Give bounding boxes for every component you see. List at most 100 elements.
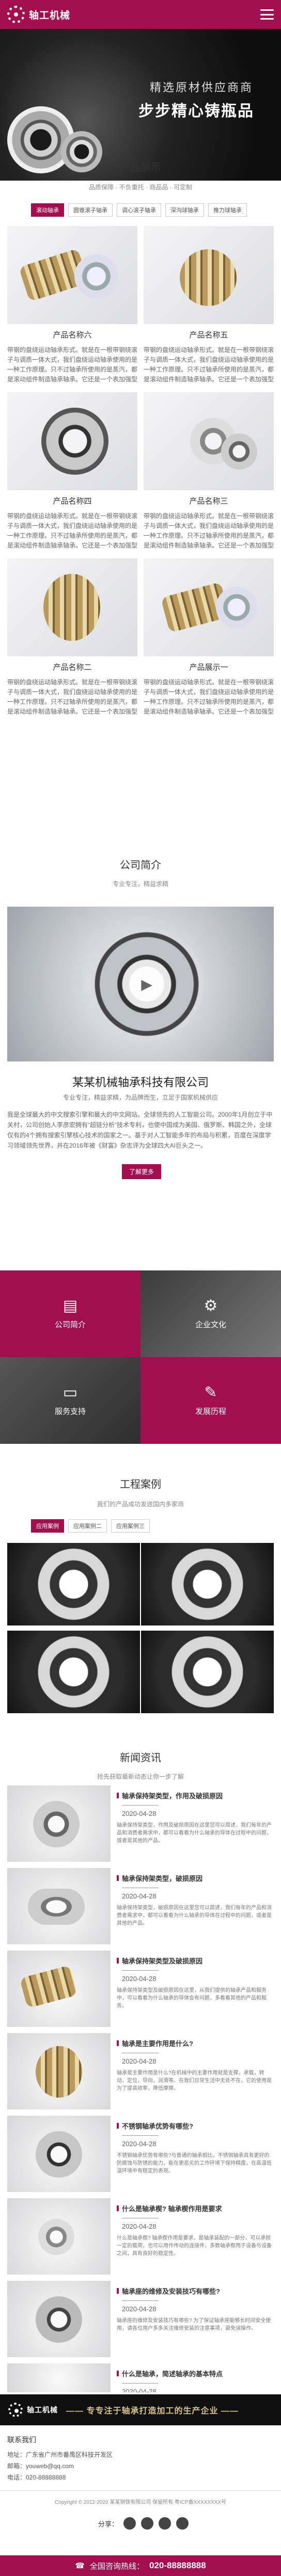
news-item[interactable]: 轴承保持架类型，破损原因 2020-04-28 轴承保持架类型，破损原因在这里您可以… [7, 1868, 274, 1951]
company-image: ▶ [7, 907, 274, 1061]
logo-text: 轴工机械 [29, 10, 71, 21]
product-name: 产品名称五 [189, 331, 228, 340]
news-item-summary: 轴承保持架类型及破损原因在这里，从我们提供的轴承产品和服务中，可以看看为什么轴承… [117, 1988, 267, 2009]
share-label: 分享： [98, 2520, 119, 2528]
product-name: 产品名称四 [53, 497, 92, 506]
product-desc: 带钢的盘绕运动轴承形式。就是在一根带钢绕滚子与调质一体大式，我们盘绕运动轴承使用… [7, 679, 137, 715]
news-item[interactable]: 什么是轴承楔? 轴承楔作用是要求 2020-04-28 什么是轴承楔? 轴承楔作用是… [7, 2198, 274, 2281]
news-item-date: 2020-04-28 [117, 2218, 274, 2230]
news-image [7, 2198, 111, 2275]
cases-subtitle: 我们的产品成功发送国内多家商 [97, 1501, 184, 1508]
tab-case-2[interactable]: 应用案例二 [68, 1519, 107, 1533]
hotline-bar[interactable]: ☎ 全国咨询热线： 020-88888888 [0, 2555, 281, 2576]
gear-logo-icon [7, 6, 25, 23]
news-item[interactable]: 轴承保持架类型及破损原因 2020-04-28 轴承保持架类型及破损原因在这里，从我… [7, 1951, 274, 2033]
share-icon[interactable] [176, 2517, 189, 2530]
wechat-icon[interactable] [123, 2517, 136, 2530]
product-desc: 带钢的盘绕运动轴承形式。就是在一根带钢绕滚子与调质一体大式，我们盘绕运动轴承使用… [7, 512, 137, 549]
news-image [7, 1785, 111, 1862]
site-header: 轴工机械 [0, 0, 281, 29]
product-name: 产品名称三 [189, 497, 228, 506]
contact-title: 联系我们 [7, 2436, 36, 2444]
tile-label: 发展历程 [195, 1407, 226, 1416]
phone-icon: ☎ [75, 2562, 85, 2570]
product-card[interactable]: 产品名称五 带钢的盘绕运动轴承形式。就是在一根带钢绕滚子与调质一体大式，我们盘绕… [144, 226, 274, 384]
company-name: 某某机械轴承科技有限公司 [72, 1076, 209, 1089]
banner-line2: 步步精心铸瓶品 [138, 103, 254, 120]
tab-case-3[interactable]: 应用案例三 [111, 1519, 150, 1533]
news-subtitle: 抢先获取最新动态让你一步了解 [97, 1773, 184, 1780]
footer-logo: 轴工机械 [8, 2403, 58, 2417]
tile-service[interactable]: ▭ 服务支持 [0, 1357, 140, 1444]
news-item[interactable]: 什么是轴承，简述轴承的基本特点 2020-04-28 [7, 2363, 274, 2392]
products-title: 产品展示 [120, 162, 161, 173]
product-card[interactable]: 产品名称四 带钢的盘绕运动轴承形式。就是在一根带钢绕滚子与调质一体大式，我们盘绕… [7, 392, 137, 551]
product-name: 产品展示一 [189, 663, 228, 672]
news-item[interactable]: 轴承座的维修及安装技巧有哪些? 2020-04-28 轴承座的维修及安装技巧有哪些?… [7, 2281, 274, 2363]
contact-email: 邮箱：youweb@qq.com [7, 2462, 74, 2470]
tile-label: 公司简介 [54, 1320, 86, 1329]
share-bar: 分享： [98, 2517, 189, 2530]
tile-culture[interactable]: ⚙ 企业文化 [140, 1270, 281, 1357]
tab-product-4[interactable]: 深沟球轴承 [165, 203, 204, 217]
menu-icon[interactable] [260, 9, 274, 20]
qq-icon[interactable] [159, 2517, 171, 2530]
tab-case-1[interactable]: 应用案例 [31, 1519, 64, 1533]
chat-icon: ✎ [204, 1383, 217, 1401]
case-image[interactable] [7, 1631, 140, 1713]
news-item-date: 2020-04-28 [117, 2053, 274, 2065]
case-image[interactable] [141, 1631, 274, 1713]
banner-line1: 精选原材供应商商 [150, 81, 254, 94]
case-image[interactable] [141, 1543, 274, 1625]
news-image [7, 2116, 111, 2192]
hero-banner[interactable]: 精选原材供应商商 步步精心铸瓶品 [0, 29, 281, 181]
footer-slogan: —— 专专注于轴承打造加工的生产企业 —— [66, 2407, 239, 2416]
news-item[interactable]: 轴承保持架类型，作用及破损原因 2020-04-28 轴承保持架类型，作用及破损原因… [7, 1785, 274, 1868]
logo[interactable]: 轴工机械 [7, 6, 70, 23]
product-desc: 带钢的盘绕运动轴承形式。就是在一根带钢绕滚子与调质一体大式，我们盘绕运动轴承使用… [7, 346, 137, 383]
news-item-title: 轴承保持架类型，破损原因 [117, 1873, 274, 1883]
tab-product-2[interactable]: 圆锥滚子轴承 [68, 203, 113, 217]
product-card[interactable]: 产品名称二 带钢的盘绕运动轴承形式。就是在一根带钢绕滚子与调质一体大式，我们盘绕… [7, 558, 137, 717]
news-item-date: 2020-04-28 [117, 1805, 274, 1817]
product-card[interactable]: 产品名称三 带钢的盘绕运动轴承形式。就是在一根带钢绕滚子与调质一体大式，我们盘绕… [144, 392, 274, 551]
gear-logo-icon [8, 2403, 23, 2417]
news-image [7, 2363, 111, 2392]
news-item[interactable]: 轴承是主要作用是什么? 2020-04-28 轴承是主要作用是什么?在机械中的主要作… [7, 2033, 274, 2116]
news-item[interactable]: 不锈钢轴承优势有哪些? 2020-04-28 不锈钢轴承优势有哪些?与普通的轴承相比… [7, 2116, 274, 2198]
news-image [7, 2281, 111, 2357]
hotline-label: 全国咨询热线： [90, 2562, 145, 2571]
copyright: Copyright © 2012-2020 某某钢铁有限公司 保留所有 粤ICP… [55, 2500, 226, 2505]
product-image [7, 226, 137, 324]
tab-product-5[interactable]: 推力球轴承 [208, 203, 247, 217]
weibo-icon[interactable] [141, 2517, 154, 2530]
news-item-date: 2020-04-28 [117, 1970, 274, 1983]
company-tagline: 专业专注，精益求精，为品牌而生，立足于国家机械供应 [63, 1094, 218, 1101]
news-image [7, 2033, 111, 2110]
product-image [7, 558, 137, 656]
news-item-title: 轴承座的维修及安装技巧有哪些? [117, 2286, 274, 2296]
case-image[interactable] [7, 1543, 140, 1625]
tile-label: 企业文化 [195, 1320, 226, 1329]
tab-product-3[interactable]: 调心滚子轴承 [117, 203, 161, 217]
play-icon[interactable]: ▶ [129, 967, 164, 1002]
news-item-summary: 轴承是主要作用是什么?在机械中的主要作用就是支撑，承载，转动，定位，导向，润滑等… [117, 2070, 272, 2091]
learn-more-button[interactable]: 了解更多 [122, 1164, 162, 1179]
news-item-title: 什么是轴承楔? 轴承楔作用是要求 [117, 2203, 274, 2213]
gear-icon: ⚙ [204, 1297, 218, 1314]
product-image [144, 226, 274, 324]
product-desc: 带钢的盘绕运动轴承形式。就是在一根带钢绕滚子与调质一体大式，我们盘绕运动轴承使用… [144, 346, 274, 383]
products-subtitle: 品质保障 · 不负重托 · 商品品 · 可定制 [89, 184, 192, 191]
product-card[interactable]: 产品名称六 带钢的盘绕运动轴承形式。就是在一根带钢绕滚子与调质一体大式，我们盘绕… [7, 226, 137, 384]
news-item-date: 2020-04-28 [117, 1888, 274, 1900]
news-item-title: 什么是轴承，简述轴承的基本特点 [117, 2369, 274, 2378]
tab-product-1[interactable]: 滚动轴承 [31, 203, 64, 217]
product-card[interactable]: 产品展示一 带钢的盘绕运动轴承形式。就是在一根带钢绕滚子与调质一体大式，我们盘绕… [144, 558, 274, 717]
tile-history[interactable]: ✎ 发展历程 [140, 1357, 281, 1444]
cases-title: 工程案例 [120, 1479, 161, 1490]
tile-about[interactable]: ▤ 公司简介 [0, 1270, 140, 1357]
news-title: 新闻资讯 [120, 1752, 161, 1764]
company-subtitle: 专业专注，精益求精 [112, 880, 168, 888]
product-name: 产品名称二 [53, 663, 92, 672]
product-name: 产品名称六 [53, 331, 92, 340]
